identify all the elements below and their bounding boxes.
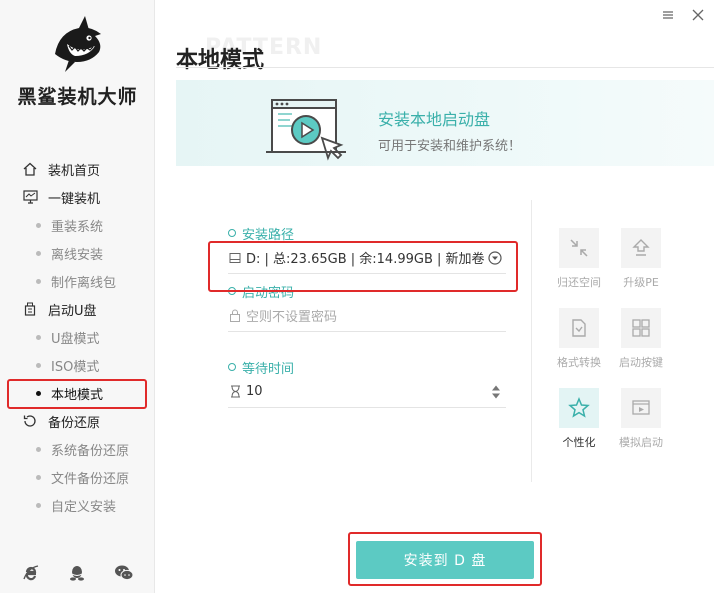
tool-boot-keys[interactable]: 启动按键 bbox=[611, 308, 671, 370]
bullet-dot bbox=[36, 362, 41, 368]
simulate-icon bbox=[621, 388, 661, 428]
tools-divider bbox=[531, 200, 532, 482]
sidebar-subitem-system-backup[interactable]: 系统备份还原 bbox=[0, 435, 155, 463]
bullet-dot bbox=[36, 334, 41, 340]
sidebar-item-label: 备份还原 bbox=[48, 415, 101, 431]
sidebar-subitem-make-offline[interactable]: 制作离线包 bbox=[0, 267, 155, 295]
sidebar-subitem-label: 文件备份还原 bbox=[51, 471, 130, 487]
sidebar-subitem-offline-install[interactable]: 离线安装 bbox=[0, 239, 155, 267]
install-button[interactable]: 安装到 D 盘 bbox=[356, 541, 534, 579]
sidebar-item-backup[interactable]: 备份还原 bbox=[0, 407, 155, 435]
bullet-dot bbox=[36, 474, 41, 480]
sidebar-item-home[interactable]: 装机首页 bbox=[0, 155, 155, 183]
sidebar-subitem-file-backup[interactable]: 文件备份还原 bbox=[0, 463, 155, 491]
home-icon bbox=[22, 161, 38, 177]
path-label-text: 安装路径 bbox=[242, 227, 295, 243]
sidebar-item-label: 装机首页 bbox=[48, 163, 101, 179]
sidebar-subitem-label: 制作离线包 bbox=[51, 275, 117, 291]
bullet-dot bbox=[36, 250, 41, 256]
sidebar-subitem-label: 系统备份还原 bbox=[51, 443, 130, 459]
bullet-dot bbox=[36, 502, 41, 508]
shrink-icon bbox=[559, 228, 599, 268]
monitor-icon bbox=[22, 189, 38, 205]
sidebar-footer bbox=[0, 563, 155, 583]
sidebar-subitem-label: U盘模式 bbox=[51, 331, 100, 347]
bullet-dot bbox=[36, 278, 41, 284]
banner-subtitle: 可用于安装和维护系统！ bbox=[378, 139, 522, 154]
minimize-icon[interactable] bbox=[661, 8, 675, 22]
ie-icon[interactable] bbox=[21, 563, 41, 583]
app-name: 黑鲨装机大师 bbox=[17, 86, 138, 108]
close-icon[interactable] bbox=[691, 8, 705, 22]
sidebar-subitem-iso-mode[interactable]: ISO模式 bbox=[0, 351, 155, 379]
banner: 安装本地启动盘 可用于安装和维护系统！ bbox=[176, 80, 714, 166]
app-logo: 黑鲨装机大师 bbox=[0, 14, 155, 109]
ring-icon bbox=[228, 229, 236, 237]
stepper-arrows-icon[interactable] bbox=[490, 384, 502, 400]
sidebar-item-one-click[interactable]: 一键装机 bbox=[0, 183, 155, 211]
qq-icon[interactable] bbox=[67, 563, 87, 583]
tool-reclaim-space[interactable]: 归还空间 bbox=[549, 228, 609, 290]
tool-personalize[interactable]: 个性化 bbox=[549, 388, 609, 450]
lock-icon bbox=[228, 309, 242, 323]
tool-label: 归还空间 bbox=[557, 276, 601, 289]
wait-label-text: 等待时间 bbox=[242, 361, 295, 377]
backup-icon bbox=[22, 413, 38, 429]
sidebar-item-label: 启动U盘 bbox=[48, 303, 97, 319]
sidebar-subitem-label: 重装系统 bbox=[51, 219, 104, 235]
sidebar: 黑鲨装机大师 装机首页 一键装机 重装系统 离线安装 制作离线包 启动U盘 U盘… bbox=[0, 0, 155, 593]
sidebar-item-boot-usb[interactable]: 启动U盘 bbox=[0, 295, 155, 323]
sidebar-nav: 装机首页 一键装机 重装系统 离线安装 制作离线包 启动U盘 U盘模式 ISO模… bbox=[0, 155, 155, 519]
wait-time-value: 10 bbox=[246, 384, 263, 399]
tool-label: 个性化 bbox=[562, 436, 596, 449]
wait-time-stepper[interactable]: 10 bbox=[228, 376, 506, 408]
ring-icon bbox=[228, 363, 236, 371]
path-label: 安装路径 bbox=[228, 224, 506, 243]
tool-upgrade-pe[interactable]: 升级PE bbox=[611, 228, 671, 290]
upgrade-icon bbox=[621, 228, 661, 268]
sidebar-subitem-label: 离线安装 bbox=[51, 247, 104, 263]
highlight-local-mode bbox=[7, 379, 147, 409]
personalize-icon bbox=[559, 388, 599, 428]
shark-logo-icon bbox=[54, 16, 101, 72]
page-title: 本地模式 bbox=[176, 48, 265, 73]
window-controls bbox=[661, 8, 705, 22]
convert-icon bbox=[559, 308, 599, 348]
bullet-dot bbox=[36, 446, 41, 452]
keys-icon bbox=[621, 308, 661, 348]
install-illustration-icon bbox=[266, 99, 346, 161]
sidebar-subitem-label: ISO模式 bbox=[51, 359, 100, 375]
sidebar-subitem-usb-mode[interactable]: U盘模式 bbox=[0, 323, 155, 351]
tool-label: 格式转换 bbox=[557, 356, 601, 369]
tool-format-convert[interactable]: 格式转换 bbox=[549, 308, 609, 370]
highlight-install-path bbox=[208, 241, 518, 292]
tool-label: 启动按键 bbox=[619, 356, 663, 369]
sidebar-item-label: 一键装机 bbox=[48, 191, 101, 207]
sidebar-subitem-label: 自定义安装 bbox=[51, 499, 117, 515]
sidebar-subitem-custom-install[interactable]: 自定义安装 bbox=[0, 491, 155, 519]
tool-label: 升级PE bbox=[623, 276, 659, 289]
boot-password-input[interactable]: 空则不设置密码 bbox=[228, 300, 506, 332]
bullet-dot bbox=[36, 222, 41, 228]
tool-label: 模拟启动 bbox=[619, 436, 663, 449]
usb-icon bbox=[22, 301, 38, 317]
sidebar-subitem-reinstall[interactable]: 重装系统 bbox=[0, 211, 155, 239]
title-divider bbox=[176, 67, 714, 68]
tool-simulate-boot[interactable]: 模拟启动 bbox=[611, 388, 671, 450]
hourglass-icon bbox=[228, 385, 242, 399]
password-placeholder: 空则不设置密码 bbox=[246, 310, 338, 325]
banner-title: 安装本地启动盘 bbox=[378, 110, 491, 129]
wait-label: 等待时间 bbox=[228, 358, 506, 377]
wechat-icon[interactable] bbox=[114, 563, 134, 583]
